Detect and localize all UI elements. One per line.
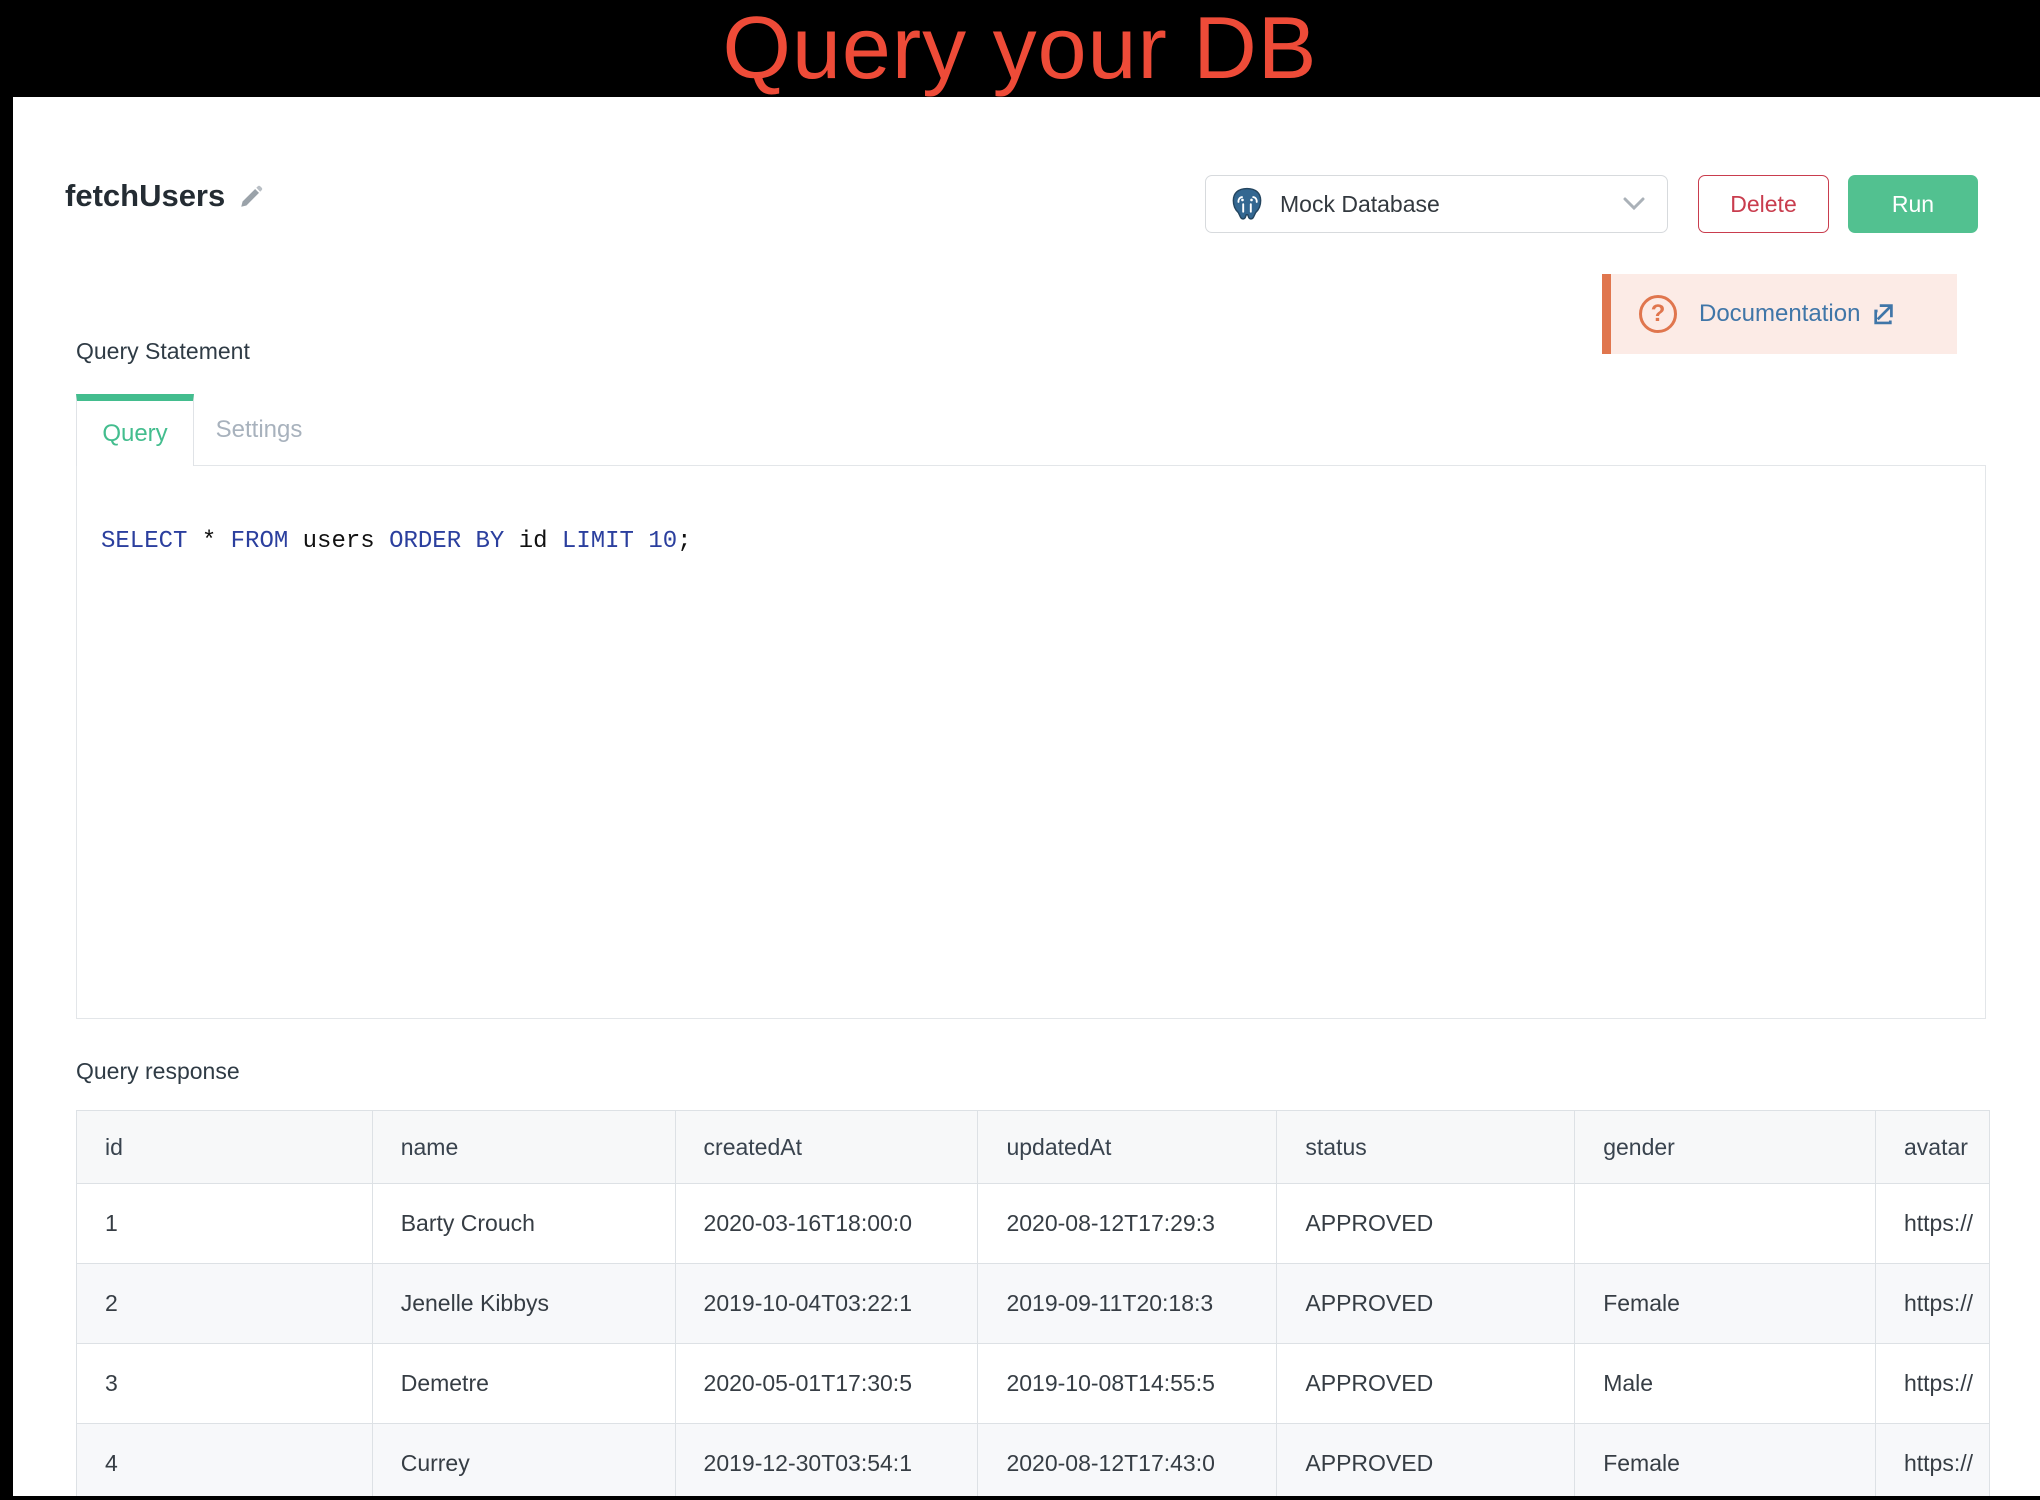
open-docs-icon [1870, 301, 1896, 327]
edit-pencil-icon[interactable] [238, 184, 264, 210]
table-cell: Male [1575, 1344, 1876, 1424]
table-cell: 2019-09-11T20:18:3 [978, 1264, 1277, 1344]
database-selector-dropdown[interactable]: Mock Database [1205, 175, 1668, 233]
table-cell: https:// [1875, 1264, 1989, 1344]
table-row: 1Barty Crouch2020-03-16T18:00:02020-08-1… [77, 1184, 1990, 1264]
column-header-updatedAt: updatedAt [978, 1111, 1277, 1184]
query-statement-label: Query Statement [76, 338, 250, 365]
table-cell: APPROVED [1277, 1344, 1575, 1424]
table-cell: 2 [77, 1264, 373, 1344]
column-header-createdAt: createdAt [675, 1111, 978, 1184]
column-header-avatar: avatar [1875, 1111, 1989, 1184]
column-header-status: status [1277, 1111, 1575, 1184]
column-header-id: id [77, 1111, 373, 1184]
column-header-name: name [372, 1111, 675, 1184]
table-cell: APPROVED [1277, 1184, 1575, 1264]
query-response-table-wrap: idnamecreatedAtupdatedAtstatusgenderavat… [76, 1110, 1990, 1496]
table-cell: 2020-03-16T18:00:0 [675, 1184, 978, 1264]
query-response-table: idnamecreatedAtupdatedAtstatusgenderavat… [76, 1110, 1990, 1496]
table-cell: Jenelle Kibbys [372, 1264, 675, 1344]
table-cell [1575, 1184, 1876, 1264]
table-cell: Female [1575, 1424, 1876, 1497]
table-cell: 2019-10-08T14:55:5 [978, 1344, 1277, 1424]
table-cell: 2020-08-12T17:43:0 [978, 1424, 1277, 1497]
question-circle-icon: ? [1639, 295, 1677, 333]
table-cell: https:// [1875, 1344, 1989, 1424]
table-cell: Female [1575, 1264, 1876, 1344]
database-selector-value: Mock Database [1280, 191, 1623, 218]
table-cell: Barty Crouch [372, 1184, 675, 1264]
table-cell: https:// [1875, 1424, 1989, 1497]
chevron-down-icon [1623, 197, 1645, 211]
table-row: 3Demetre2020-05-01T17:30:52019-10-08T14:… [77, 1344, 1990, 1424]
query-response-label: Query response [76, 1058, 240, 1085]
table-cell: Currey [372, 1424, 675, 1497]
table-cell: 1 [77, 1184, 373, 1264]
postgresql-icon [1228, 185, 1266, 223]
tab-query[interactable]: Query [76, 394, 194, 466]
table-cell: Demetre [372, 1344, 675, 1424]
column-header-gender: gender [1575, 1111, 1876, 1184]
documentation-link[interactable]: ? Documentation [1602, 274, 1957, 354]
table-cell: 2019-10-04T03:22:1 [675, 1264, 978, 1344]
app-window: Query your DB fetchUsers Mock Database D… [0, 0, 2040, 1500]
table-cell: 3 [77, 1344, 373, 1424]
table-cell: 2019-12-30T03:54:1 [675, 1424, 978, 1497]
table-cell: 2020-08-12T17:29:3 [978, 1184, 1277, 1264]
table-cell: APPROVED [1277, 1264, 1575, 1344]
table-cell: 4 [77, 1424, 373, 1497]
table-cell: APPROVED [1277, 1424, 1575, 1497]
sql-editor[interactable]: SELECT * FROM users ORDER BY id LIMIT 10… [76, 465, 1986, 1019]
tab-settings[interactable]: Settings [194, 394, 324, 466]
table-row: 4Currey2019-12-30T03:54:12020-08-12T17:4… [77, 1424, 1990, 1497]
table-header-row: idnamecreatedAtupdatedAtstatusgenderavat… [77, 1111, 1990, 1184]
documentation-label: Documentation [1699, 300, 1860, 328]
table-row: 2Jenelle Kibbys2019-10-04T03:22:12019-09… [77, 1264, 1990, 1344]
query-name-title: fetchUsers [65, 178, 225, 214]
sql-code: SELECT * FROM users ORDER BY id LIMIT 10… [101, 528, 692, 555]
delete-button[interactable]: Delete [1698, 175, 1829, 233]
table-cell: 2020-05-01T17:30:5 [675, 1344, 978, 1424]
run-button[interactable]: Run [1848, 175, 1978, 233]
banner-title: Query your DB [0, 0, 2040, 95]
table-cell: https:// [1875, 1184, 1989, 1264]
page-banner: Query your DB [0, 0, 2040, 97]
